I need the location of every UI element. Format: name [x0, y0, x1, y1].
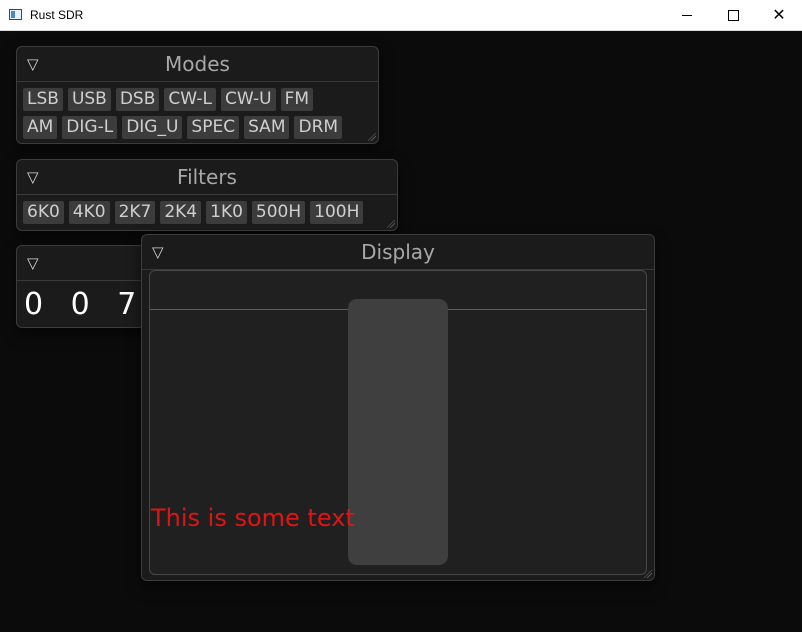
collapse-icon[interactable]: ▽: [27, 254, 39, 272]
mode-button-sam[interactable]: SAM: [244, 116, 290, 139]
maximize-icon: [727, 9, 739, 21]
mode-button-dsb[interactable]: DSB: [115, 88, 160, 111]
filters-row: 6K0 4K0 2K7 2K4 1K0 500H 100H: [23, 201, 364, 224]
display-text: This is some text: [151, 504, 355, 532]
modes-header[interactable]: ▽ Modes: [17, 47, 378, 82]
filter-button-2k7[interactable]: 2K7: [114, 201, 156, 224]
mode-button-dig-l[interactable]: DIG-L: [62, 116, 118, 139]
filter-button-6k0[interactable]: 6K0: [23, 201, 64, 224]
filter-button-100h[interactable]: 100H: [310, 201, 364, 224]
filters-title: Filters: [177, 165, 237, 189]
filters-window: ▽ Filters 6K0 4K0 2K7 2K4 1K0 500H 100H: [16, 159, 398, 231]
display-canvas[interactable]: This is some text: [149, 270, 647, 575]
mode-button-cw-l[interactable]: CW-L: [164, 88, 216, 111]
resize-grip[interactable]: [387, 220, 395, 228]
modes-title: Modes: [165, 52, 230, 76]
title-bar: Rust SDR ✕: [0, 0, 802, 31]
display-window: ▽ Display This is some text: [141, 234, 655, 581]
modes-row-1: LSB USB DSB CW-L CW-U FM: [23, 88, 314, 111]
minimize-icon: [682, 14, 692, 16]
filter-button-500h[interactable]: 500H: [251, 201, 306, 224]
slider-bar[interactable]: [348, 299, 448, 565]
maximize-button[interactable]: [710, 0, 756, 30]
window-title: Rust SDR: [30, 8, 84, 22]
close-icon: ✕: [772, 5, 786, 24]
minimize-button[interactable]: [664, 0, 710, 30]
resize-grip[interactable]: [368, 133, 376, 141]
resize-grip[interactable]: [644, 570, 652, 578]
close-button[interactable]: ✕: [756, 0, 802, 30]
filters-header[interactable]: ▽ Filters: [17, 160, 397, 195]
display-header[interactable]: ▽ Display: [142, 235, 654, 270]
mode-button-drm[interactable]: DRM: [294, 116, 343, 139]
mode-button-spec[interactable]: SPEC: [187, 116, 240, 139]
mode-button-lsb[interactable]: LSB: [23, 88, 63, 111]
mode-button-fm[interactable]: FM: [280, 88, 314, 111]
display-title: Display: [361, 240, 435, 264]
modes-row-2: AM DIG-L DIG_U SPEC SAM DRM: [23, 116, 343, 139]
filter-button-1k0[interactable]: 1K0: [206, 201, 247, 224]
modes-window: ▽ Modes LSB USB DSB CW-L CW-U FM AM DIG-…: [16, 46, 379, 144]
filter-button-2k4[interactable]: 2K4: [160, 201, 202, 224]
mode-button-cw-u[interactable]: CW-U: [221, 88, 276, 111]
mode-button-dig-u[interactable]: DIG_U: [122, 116, 183, 139]
mode-button-am[interactable]: AM: [23, 116, 58, 139]
filter-button-4k0[interactable]: 4K0: [68, 201, 110, 224]
app-icon: [9, 9, 22, 20]
mode-button-usb[interactable]: USB: [67, 88, 111, 111]
